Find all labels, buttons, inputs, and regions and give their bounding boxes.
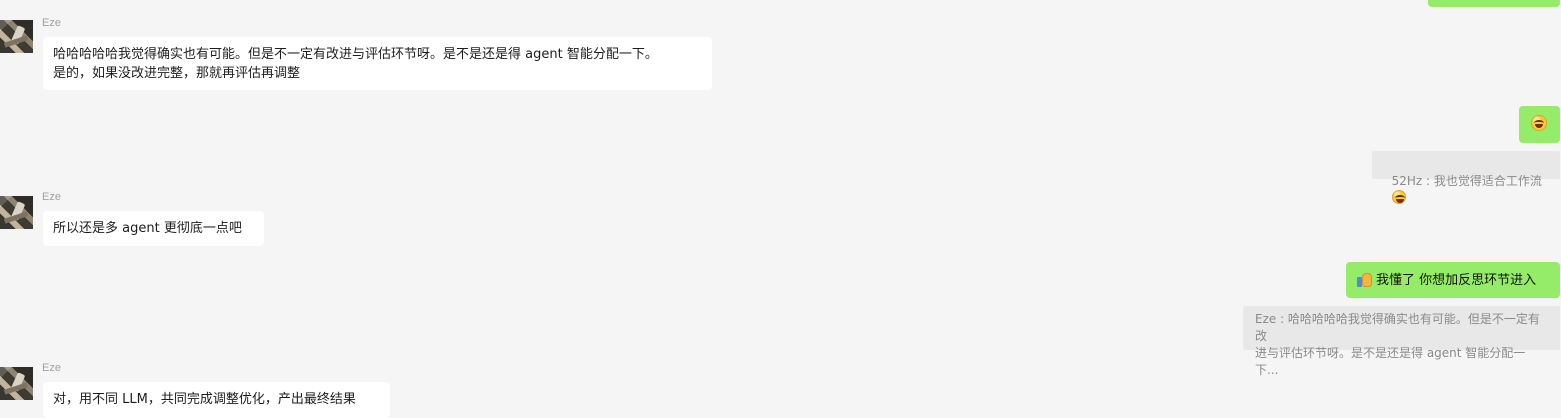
outgoing-message-fragment [1428, 0, 1560, 7]
message-bubble[interactable]: 哈哈哈哈哈我觉得确实也有可能。但是不一定有改进与评估环节呀。是不是还是得 age… [43, 37, 712, 90]
emoji-message-bubble[interactable] [1519, 106, 1560, 143]
message-text: 我懂了 你想加反思环节进入 [1376, 273, 1537, 288]
avatar[interactable] [0, 196, 33, 229]
quoted-message-text: 52Hz : 我也觉得适合工作流 [1391, 174, 1542, 188]
avatar[interactable] [0, 367, 33, 400]
message-bubble[interactable]: 我懂了 你想加反思环节进入 [1346, 262, 1560, 298]
message-bubble[interactable]: 对，用不同 LLM，共同完成调整优化，产出最终结果 [43, 382, 390, 418]
sender-name: Eze [42, 191, 61, 203]
grinning-face-icon [1391, 190, 1406, 204]
grinning-face-icon [1531, 115, 1547, 131]
quoted-message[interactable]: Eze : 哈哈哈哈哈我觉得确实也有可能。但是不一定有改 进与评估环节呀。是不是… [1243, 306, 1560, 377]
message-bubble[interactable]: 所以还是多 agent 更彻底一点吧 [43, 211, 264, 246]
quoted-message[interactable]: 52Hz : 我也觉得适合工作流 [1372, 151, 1560, 204]
thumbs-up-icon [1356, 270, 1374, 288]
avatar[interactable] [0, 20, 33, 53]
sender-name: Eze [42, 362, 61, 374]
sender-name: Eze [42, 17, 61, 29]
